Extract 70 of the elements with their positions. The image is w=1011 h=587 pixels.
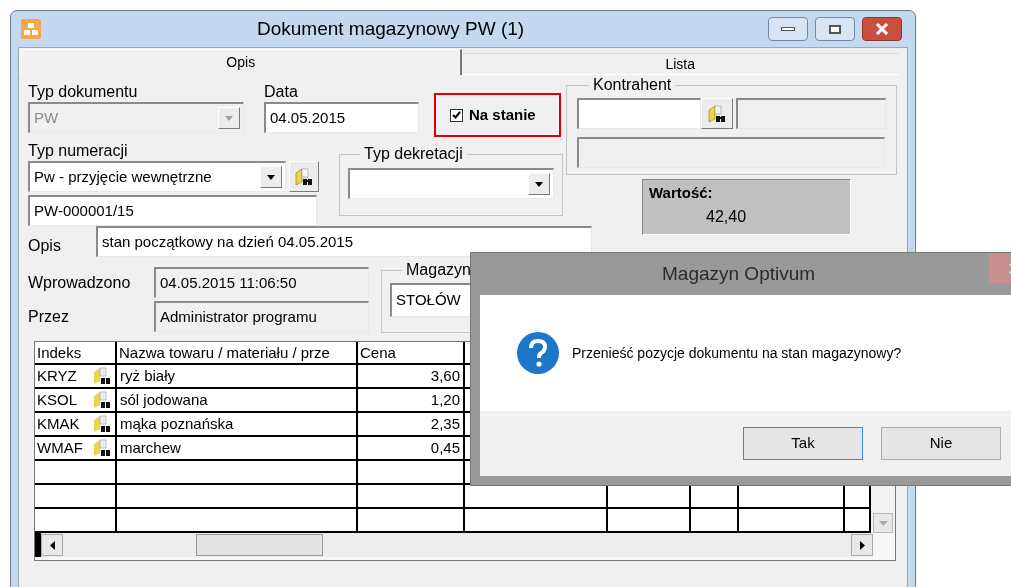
scroll-thumb[interactable]: [196, 534, 323, 556]
dialog-button[interactable]: Nie: [881, 427, 1001, 460]
field-label: Przez: [28, 307, 70, 326]
table-cell-text: 2,35: [430, 413, 460, 434]
caret-icon: [859, 540, 865, 550]
question-icon: [517, 332, 559, 374]
field-label: Opis: [28, 236, 62, 255]
column-header: Nazwa towaru / materiału / prze: [117, 342, 358, 363]
table-cell-text: KSOL: [37, 389, 78, 410]
close-icon: [875, 23, 889, 35]
scroll-right-button[interactable]: [851, 534, 873, 556]
contractor-code-field[interactable]: [577, 98, 701, 129]
checkbox[interactable]: [450, 108, 463, 122]
field-label: Typ dekretacji: [364, 145, 463, 162]
tab[interactable]: Lista: [461, 53, 899, 75]
value-label: Wartość:: [649, 183, 714, 203]
field-label: Typ dokumentu: [28, 83, 139, 101]
table-cell-text: 1,20: [430, 389, 460, 410]
table-cell-text: marchew: [120, 437, 181, 458]
field-label: Typ numeracji: [28, 142, 129, 160]
document-number-field[interactable]: PW-000001/15: [28, 195, 317, 226]
dialog-button[interactable]: Tak: [743, 427, 863, 460]
binoculars-folder-icon: [707, 103, 727, 124]
entered-field[interactable]: 04.05.2015 11:06:50: [154, 267, 369, 298]
dropdown-button[interactable]: [260, 166, 282, 188]
date-field[interactable]: 04.05.2015: [264, 102, 419, 133]
binoculars-folder-icon: [92, 366, 112, 386]
window-title: Dokument magazynowy PW (1): [257, 16, 525, 41]
app-icon: [21, 19, 41, 39]
contractor-address-field[interactable]: [577, 137, 885, 168]
tab[interactable]: Opis: [21, 49, 462, 75]
dialog-message: Przenieść pozycje dokumentu na stan magazynowy?: [572, 343, 902, 363]
caret-icon: [225, 115, 233, 121]
caret-icon: [535, 181, 543, 187]
maximize-button[interactable]: [815, 17, 855, 41]
table-cell-text: KMAK: [37, 413, 80, 434]
binoculars-folder-icon: [92, 438, 112, 458]
table-cell-text: ryż biały: [120, 365, 175, 386]
horizontal-scrollbar[interactable]: [41, 533, 873, 557]
value-amount: 42,40: [706, 206, 748, 227]
scroll-left-button[interactable]: [41, 534, 63, 556]
table-cell-text: sól jodowana: [120, 389, 208, 410]
caret-icon: [49, 540, 55, 550]
table-cell-text: 0,45: [430, 437, 460, 458]
table-cell-text: 3,60: [430, 365, 460, 386]
check-icon: [452, 111, 461, 119]
search-button[interactable]: [701, 98, 733, 129]
column-header: Indeks: [35, 342, 117, 363]
table-cell-text: KRYZ: [37, 365, 77, 386]
table-cell-text: mąka poznańska: [120, 413, 234, 434]
binoculars-folder-icon: [294, 166, 314, 187]
caret-icon: [267, 174, 275, 180]
column-header: Cena: [358, 342, 465, 363]
caret-icon: [878, 520, 888, 526]
minimize-button[interactable]: [768, 17, 808, 41]
table-cell-text: WMAF: [37, 437, 83, 458]
numbering-type-select[interactable]: Pw - przyjęcie wewnętrzne: [28, 161, 286, 192]
field-label: Kontrahent: [593, 76, 672, 93]
contractor-name-field[interactable]: [736, 98, 886, 129]
dropdown-button[interactable]: [528, 173, 550, 195]
search-button[interactable]: [289, 161, 319, 192]
close-button[interactable]: [862, 17, 902, 41]
description-field[interactable]: stan początkowy na dzień 04.05.2015: [96, 226, 592, 257]
field-label: Data: [264, 83, 299, 101]
dialog-title: Magazyn Optivum: [662, 261, 816, 286]
binoculars-folder-icon: [92, 390, 112, 410]
binoculars-folder-icon: [92, 414, 112, 434]
entered-by-field[interactable]: Administrator programu: [154, 301, 369, 332]
field-label: Magazyn: [406, 261, 471, 278]
field-label: Wprowadzono: [28, 273, 132, 292]
